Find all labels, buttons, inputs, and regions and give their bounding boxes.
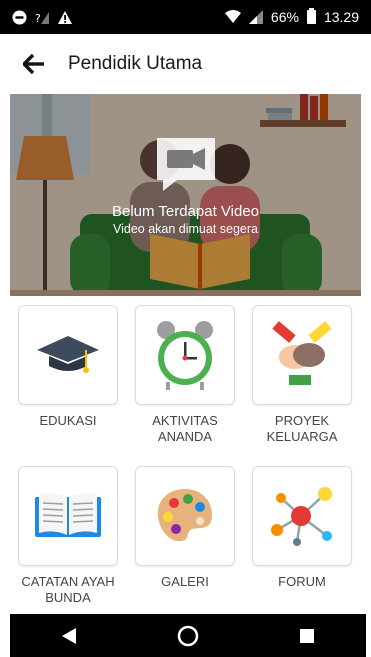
menu-item-label: FORUM [278, 574, 326, 589]
back-button[interactable] [10, 40, 58, 88]
handshake-icon [272, 321, 332, 385]
nav-recents-button[interactable] [277, 616, 337, 656]
video-subtitle: Video akan dimuat segera [112, 222, 258, 236]
no-sim-icon: ? [35, 10, 49, 24]
menu-item-box [252, 305, 352, 405]
minus-circle-icon [12, 10, 27, 25]
status-left: ? [12, 10, 73, 25]
menu-item-box [135, 305, 235, 405]
menu-grid: EDUKASI AKTIVITAS ANANDA PROYEK KELUARGA… [10, 296, 361, 614]
status-bar: ? 66% 13.29 [0, 0, 371, 34]
warning-icon [57, 10, 73, 25]
menu-item-catatan-ayah-bunda[interactable]: CATATAN AYAH BUNDA [10, 466, 126, 606]
nav-home-button[interactable] [158, 616, 218, 656]
menu-item-box [252, 466, 352, 566]
menu-item-label: AKTIVITAS ANANDA [152, 413, 218, 444]
menu-item-forum[interactable]: FORUM [244, 466, 360, 590]
palette-icon [157, 489, 212, 542]
page-title: Pendidik Utama [68, 53, 203, 74]
menu-item-edukasi[interactable]: EDUKASI [10, 305, 126, 429]
nav-back-button[interactable] [39, 616, 99, 656]
video-banner[interactable]: Belum Terdapat Video Video akan dimuat s… [10, 94, 361, 296]
video-placeholder: Belum Terdapat Video Video akan dimuat s… [10, 136, 361, 236]
battery-percent: 66% [270, 9, 299, 25]
menu-item-proyek-keluarga[interactable]: PROYEK KELUARGA [244, 305, 360, 445]
menu-item-label: EDUKASI [39, 413, 97, 428]
video-title: Belum Terdapat Video [111, 203, 260, 220]
open-book-icon [35, 493, 101, 537]
nav-recents-icon [299, 628, 314, 643]
app-bar: Pendidik Utama [10, 34, 366, 94]
menu-item-label: GALERI [161, 574, 209, 589]
menu-item-label: CATATAN AYAH BUNDA [21, 574, 115, 605]
menu-item-aktivitas-ananda[interactable]: AKTIVITAS ANANDA [127, 305, 243, 445]
menu-item-box [18, 305, 118, 405]
signal-icon [248, 10, 263, 24]
battery-icon [306, 8, 316, 24]
nav-home-icon [177, 625, 199, 646]
alarm-clock-icon [157, 321, 213, 390]
menu-item-box [18, 466, 118, 566]
status-right: 66% 13.29 [224, 8, 359, 25]
network-icon [271, 487, 332, 546]
arrow-back-icon [23, 54, 44, 74]
video-camera-icon [156, 138, 215, 191]
menu-item-label: PROYEK KELUARGA [266, 413, 338, 444]
clock: 13.29 [323, 9, 359, 25]
graduation-cap-icon [37, 336, 99, 373]
menu-item-galeri[interactable]: GALERI [127, 466, 243, 590]
nav-back-icon [62, 627, 77, 644]
menu-item-box [135, 466, 235, 566]
left-edge [0, 34, 10, 657]
svg-text:?: ? [35, 12, 41, 24]
system-nav-bar [10, 614, 366, 657]
wifi-icon [224, 10, 241, 24]
